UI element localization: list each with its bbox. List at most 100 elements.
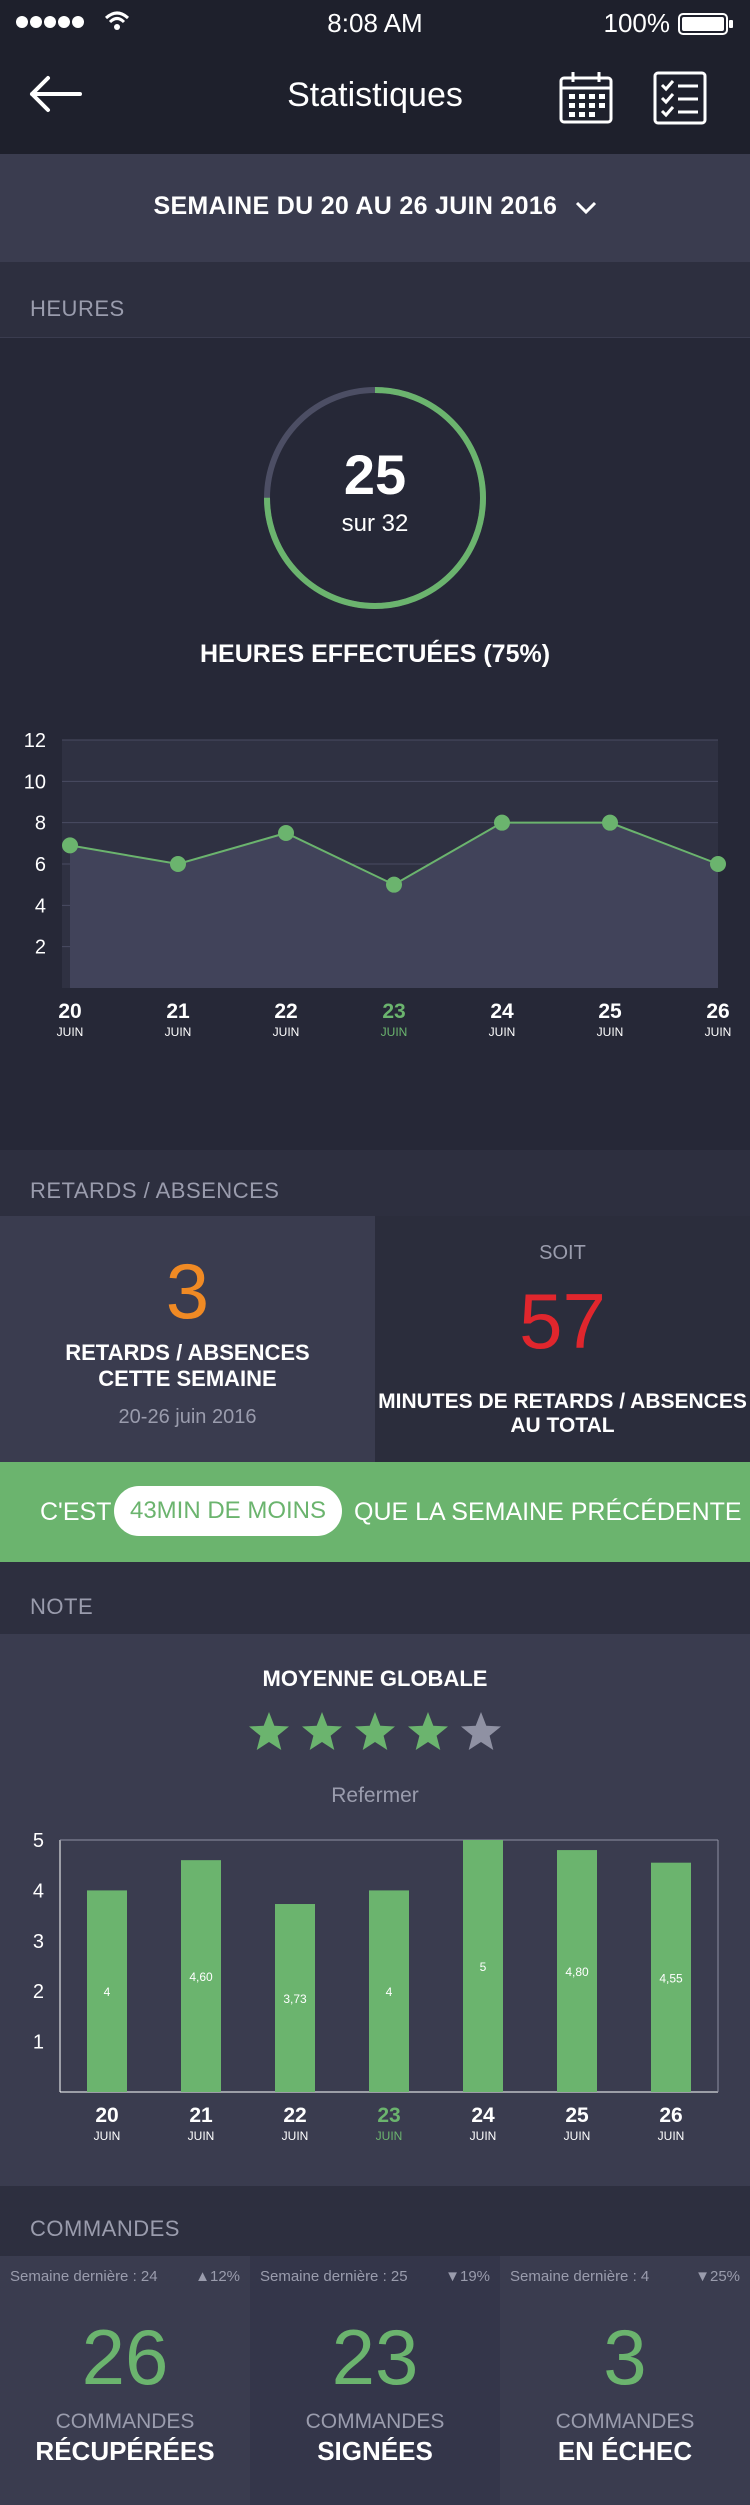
y-tick-label: 10 [24,771,46,793]
hours-line-chart: 2 4 6 8 10 12 20 JUIN 21 JUIN 22 JUIN 23 JUIN 24 JUIN 25… [0,730,750,1060]
x-tick-sub: JUIN [705,1025,732,1039]
last-week-label: Semaine dernière : 24 [10,2268,158,2285]
late-count-card: 3 RETARDS / ABSENCES CETTE SEMAINE 20-26… [0,1216,375,1462]
hours-done: 25 [343,443,407,506]
y-tick-label: 1 [33,2032,44,2054]
calendar-icon[interactable] [558,70,614,126]
hours-section: 25 sur 32 HEURES EFFECTUÉES (75%) 2 4 6 8 10… [0,338,750,1150]
x-tick-sub: JUIN [57,1025,84,1039]
commands-section-title: COMMANDES [30,2216,180,2241]
command-card-signed: Semaine dernière : 25 ▼19% 23 COMMANDES … [250,2256,500,2505]
commands-section-header: COMMANDES [0,2186,750,2256]
note-section-header: NOTE [0,1562,750,1634]
delta-badge: ▲12% [195,2268,240,2285]
banner-pill: 43MIN DE MOINS [114,1486,342,1536]
hours-point [62,837,78,854]
x-tick-label: 23 [382,1000,405,1023]
nav-header: Statistiques [0,44,750,154]
status-bar: 8:08 AM 100% [0,0,750,44]
y-tick-label: 12 [24,730,46,752]
hours-caption: HEURES EFFECTUÉES (75%) [199,640,551,668]
bar-value-label: 4,55 [659,1971,683,1985]
command-value: 23 [331,2313,419,2401]
command-label-1: COMMANDES [555,2410,695,2433]
late-count: 3 [165,1247,210,1335]
bar-value-label: 4 [104,1985,111,1999]
x-tick-sub: JUIN [188,2129,215,2143]
hours-section-title: HEURES [30,296,125,321]
hours-section-header: HEURES [0,262,750,338]
x-tick-sub: JUIN [165,1025,192,1039]
banner-suffix: QUE LA SEMAINE PRÉCÉDENTE [354,1498,742,1526]
late-minutes-label-1: MINUTES DE RETARDS / ABSENCES [378,1390,747,1413]
star-icon [355,1712,395,1750]
delta-badge: ▼19% [445,2268,490,2285]
x-tick-sub: JUIN [381,1025,408,1039]
command-value: 3 [603,2313,647,2401]
y-tick-label: 2 [33,1981,44,2003]
late-soit: SOIT [539,1242,586,1264]
x-tick-label: 25 [598,1000,622,1023]
last-week-label: Semaine dernière : 4 [510,2268,650,2285]
checklist-icon[interactable] [652,70,708,126]
x-tick-label: 25 [565,2104,589,2127]
x-tick-label: 21 [166,1000,190,1023]
star-icon [408,1712,448,1750]
last-week-label: Semaine dernière : 25 [260,2268,408,2285]
late-section-header: RETARDS / ABSENCES [0,1150,750,1216]
bar-value-label: 4,60 [189,1970,213,1984]
week-selector[interactable]: SEMAINE DU 20 AU 26 JUIN 2016 [0,154,750,262]
x-tick-sub: JUIN [489,1025,516,1039]
week-label: SEMAINE DU 20 AU 26 JUIN 2016 [153,192,558,220]
note-section: MOYENNE GLOBALE Refermer 1 2 3 4 5 4 20 JUIN 4,6… [0,1634,750,2186]
x-tick-sub: JUIN [470,2129,497,2143]
x-tick-sub: JUIN [376,2129,403,2143]
star-icon [302,1712,342,1750]
signal-icon [14,14,104,30]
x-tick-label: 20 [58,1000,81,1023]
note-avg-label: MOYENNE GLOBALE [262,1666,488,1691]
bar-value-label: 4,80 [565,1965,589,1979]
command-label-1: COMMANDES [305,2410,445,2433]
wifi-icon [104,10,130,32]
bar-value-label: 3,73 [283,1992,307,2006]
x-tick-label: 24 [471,2104,495,2127]
x-tick-sub: JUIN [597,1025,624,1039]
back-arrow-icon[interactable] [26,74,82,114]
command-card-failed: Semaine dernière : 4 ▼25% 3 COMMANDES EN… [500,2256,750,2505]
x-tick-sub: JUIN [273,1025,300,1039]
late-minutes-card: SOIT 57 MINUTES DE RETARDS / ABSENCES AU… [375,1216,750,1462]
hours-point [278,825,294,841]
late-section-title: RETARDS / ABSENCES [30,1178,280,1203]
hours-total: sur 32 [341,510,409,537]
y-tick-label: 8 [35,813,46,835]
y-tick-label: 4 [35,895,46,917]
late-minutes-label-2: AU TOTAL [510,1414,615,1437]
x-tick-sub: JUIN [282,2129,309,2143]
command-label-2: SIGNÉES [317,2436,433,2466]
command-label-2: EN ÉCHEC [557,2436,693,2466]
bar-value-label: 4 [386,1985,393,1999]
y-tick-label: 2 [35,937,46,959]
star-icon [249,1712,289,1750]
page-title: Statistiques [287,76,463,114]
commands-grid: Semaine dernière : 24 ▲12% 26 COMMANDES … [0,2256,750,2505]
star-icon [461,1712,501,1750]
x-tick-label: 26 [706,1000,729,1023]
chevron-down-icon [575,193,597,222]
y-tick-label: 6 [35,854,46,876]
x-tick-label: 20 [95,2104,118,2127]
late-minutes: 57 [519,1277,606,1365]
x-tick-sub: JUIN [94,2129,121,2143]
bar-value-label: 5 [480,1960,487,1974]
hours-point [602,814,618,831]
late-date-range: 20-26 juin 2016 [118,1406,257,1428]
hours-point [710,856,726,872]
delta-badge: ▼25% [695,2268,740,2285]
command-label-2: RÉCUPÉRÉES [35,2436,215,2466]
late-count-label-2: CETTE SEMAINE [98,1366,277,1391]
late-count-label-1: RETARDS / ABSENCES [65,1340,310,1365]
note-toggle-link[interactable]: Refermer [0,1784,750,1808]
x-tick-label: 21 [189,2104,213,2127]
battery-percent: 100% [603,8,671,38]
